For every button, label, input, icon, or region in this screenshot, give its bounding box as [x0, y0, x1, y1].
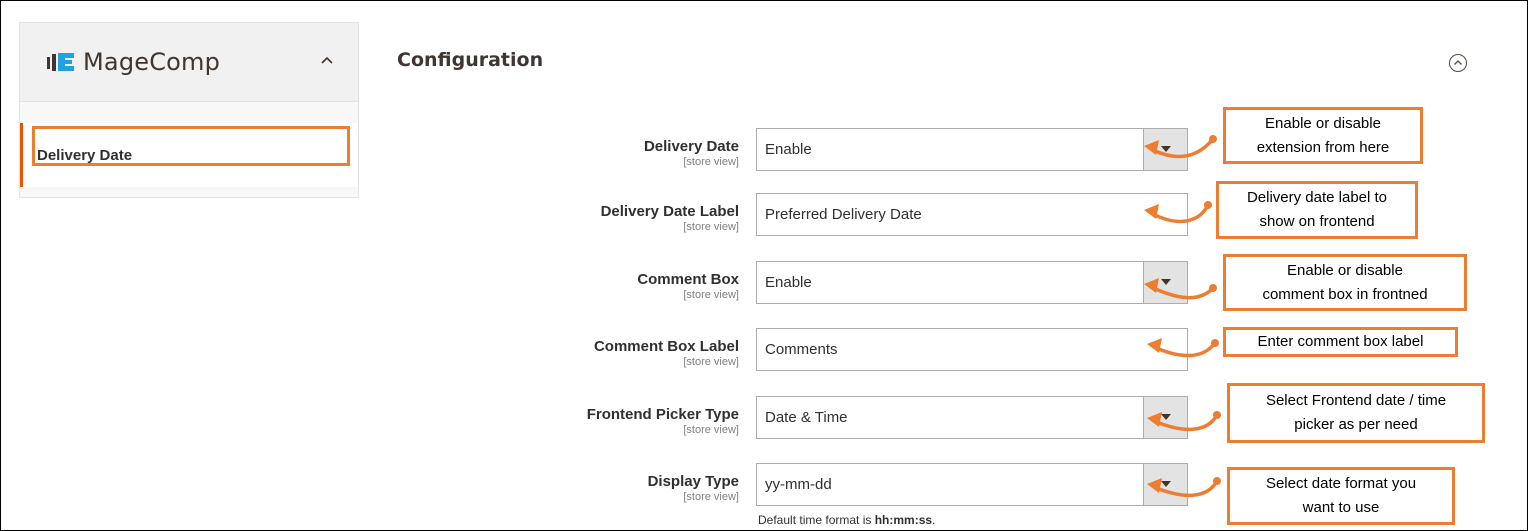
callout-arrow-1	[1149, 137, 1215, 159]
callout-dot	[1209, 135, 1217, 143]
screenshot-frame: MageComp Delivery Date Configuration Del…	[0, 0, 1528, 531]
callout-arrow-3	[1149, 285, 1215, 300]
callout-dot	[1204, 201, 1212, 209]
callout-dot	[1209, 284, 1217, 292]
callout-dot	[1213, 411, 1221, 419]
callout-arrow-2	[1149, 203, 1210, 224]
callout-arrows	[1144, 135, 1221, 498]
callout-dot	[1211, 339, 1219, 347]
callout-dot	[1213, 477, 1221, 485]
callout-arrow-6	[1152, 479, 1219, 498]
callout-arrow-5	[1152, 413, 1219, 432]
callout-arrow-4	[1152, 341, 1217, 358]
